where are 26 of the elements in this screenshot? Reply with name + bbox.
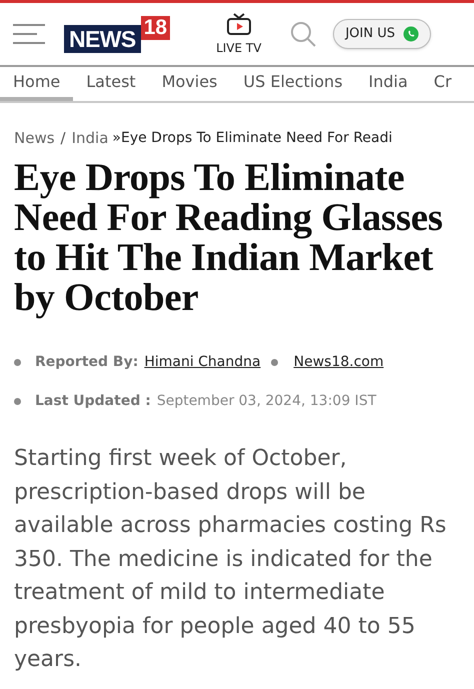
breadcrumb-separator: /: [60, 128, 66, 148]
nav-tab[interactable]: Latest: [73, 67, 149, 101]
bullet-icon: [14, 359, 21, 366]
search-icon[interactable]: [289, 20, 318, 48]
nav-tab[interactable]: Movies: [148, 67, 230, 101]
tv-icon: [226, 12, 252, 36]
menu-icon[interactable]: [13, 22, 45, 46]
source-link[interactable]: News18.com: [294, 352, 384, 373]
last-updated-date: September 03, 2024, 13:09 IST: [156, 392, 376, 411]
breadcrumb-link[interactable]: News: [14, 128, 55, 148]
nav-tab[interactable]: India: [356, 67, 421, 101]
breadcrumb-current: »Eye Drops To Eliminate Need For Readi: [112, 129, 392, 148]
article-title: Eye Drops To Eliminate Need For Reading Glasses to Hit The Indian Market by October: [14, 158, 444, 318]
live-tv-button[interactable]: LIVE TV: [216, 12, 262, 56]
bullet-icon: [270, 359, 278, 366]
nav-tab[interactable]: US Elections: [230, 67, 356, 101]
author-link[interactable]: Himani Chandna: [144, 352, 261, 373]
last-updated-label: Last Updated :: [35, 392, 151, 411]
join-us-button[interactable]: JOIN US: [333, 19, 431, 49]
bullet-icon: [14, 398, 21, 405]
chat-icon: [402, 26, 419, 42]
article-summary: Starting first week of October, prescription-based drops will be available across pharmacies costing Rs 350. The medicine is indicated for the treatment of mild to intermediate presbyopia for people aged 40 to 55 years.: [14, 445, 448, 674]
reported-by-label: Reported By:: [35, 353, 138, 372]
nav-tab[interactable]: Home: [0, 67, 74, 101]
nav-tab[interactable]: Cr: [420, 67, 465, 101]
breadcrumb-link[interactable]: India: [72, 128, 108, 148]
